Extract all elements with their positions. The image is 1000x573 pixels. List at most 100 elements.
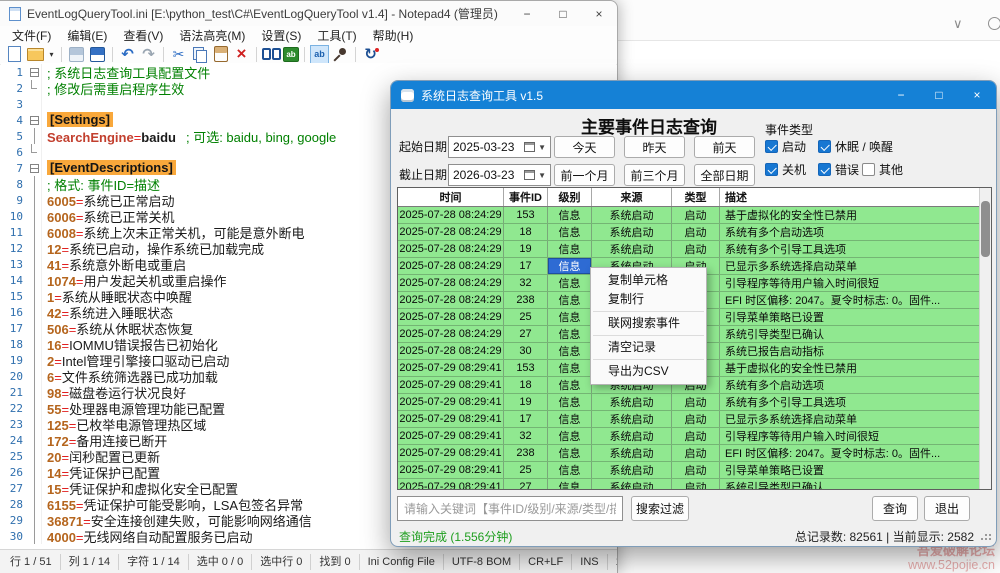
chevron-down-icon[interactable]: ▼ xyxy=(538,171,546,180)
menu-item-6[interactable]: 工具(T) xyxy=(309,27,364,44)
menu-item-7[interactable]: 帮助(H) xyxy=(365,27,422,44)
save-icon[interactable] xyxy=(67,45,86,64)
table-cell[interactable]: 27 xyxy=(504,326,548,342)
table-cell[interactable]: 系统有多个引导工具选项 xyxy=(720,241,979,257)
table-cell[interactable]: 19 xyxy=(504,241,548,257)
end-date-input[interactable]: 2026-03-23 ▼ xyxy=(448,164,551,186)
minimize-icon[interactable]: − xyxy=(882,81,920,109)
table-cell[interactable]: 启动 xyxy=(672,207,720,223)
statusbar-segment-7[interactable]: Ini Config File xyxy=(360,554,444,570)
menu-item-5[interactable]: 设置(S) xyxy=(253,27,309,44)
table-cell[interactable]: 启动 xyxy=(672,428,720,444)
column-header[interactable]: 时间 xyxy=(398,188,504,206)
copy-icon[interactable] xyxy=(190,45,209,64)
table-row[interactable]: 2025-07-29 08:29:4125信息系统启动启动引导菜单策略已设置 xyxy=(398,462,979,479)
table-cell[interactable]: 引导菜单策略已设置 xyxy=(720,309,979,325)
fold-margin[interactable] xyxy=(27,112,42,128)
table-cell[interactable]: 系统有多个启动选项 xyxy=(720,377,979,393)
table-cell[interactable]: 信息 xyxy=(548,360,592,376)
table-cell[interactable]: 153 xyxy=(504,207,548,223)
table-cell[interactable]: 启动 xyxy=(672,411,720,427)
table-cell[interactable]: 引导程序等待用户输入时间很短 xyxy=(720,275,979,291)
table-cell[interactable]: 信息 xyxy=(548,343,592,359)
table-cell[interactable]: 系统已报告启动指标 xyxy=(720,343,979,359)
table-cell[interactable]: 信息 xyxy=(548,258,592,274)
statusbar-segment-4[interactable]: 选中 0 / 0 xyxy=(189,554,252,570)
table-cell[interactable]: 信息 xyxy=(548,462,592,478)
checkbox-checked-icon[interactable] xyxy=(765,140,778,153)
table-cell[interactable]: 2025-07-29 08:29:41 xyxy=(398,479,504,489)
table-cell[interactable]: 信息 xyxy=(548,309,592,325)
statusbar-segment-8[interactable]: UTF-8 BOM xyxy=(444,554,520,570)
table-cell[interactable]: 238 xyxy=(504,445,548,461)
maximize-icon[interactable]: □ xyxy=(920,81,958,109)
table-cell[interactable]: 信息 xyxy=(548,394,592,410)
table-cell[interactable]: 30 xyxy=(504,343,548,359)
table-cell[interactable]: 2025-07-29 08:29:41 xyxy=(398,428,504,444)
statusbar-segment-2[interactable]: 列 1 / 14 xyxy=(61,554,120,570)
event-type-checkbox[interactable]: 其他 xyxy=(862,161,903,178)
table-row[interactable]: 2025-07-29 08:29:4117信息系统启动启动已显示多系统选择启动菜… xyxy=(398,411,979,428)
column-header[interactable]: 来源 xyxy=(592,188,672,206)
event-type-checkbox[interactable]: 错误 xyxy=(818,161,859,178)
table-cell[interactable]: 2025-07-29 08:29:41 xyxy=(398,394,504,410)
event-type-checkbox[interactable]: 启动 xyxy=(765,138,806,155)
delete-icon[interactable]: × xyxy=(232,45,251,64)
table-cell[interactable]: 系统有多个启动选项 xyxy=(720,224,979,240)
table-cell[interactable]: 2025-07-28 08:24:29 xyxy=(398,309,504,325)
quick-date-button[interactable]: 前一个月 xyxy=(554,164,615,186)
table-cell[interactable]: 信息 xyxy=(548,207,592,223)
table-cell[interactable]: 信息 xyxy=(548,275,592,291)
paste-icon[interactable] xyxy=(211,45,230,64)
chevron-down-icon[interactable]: ∨ xyxy=(953,16,963,32)
table-cell[interactable]: 17 xyxy=(504,411,548,427)
event-type-checkbox[interactable]: 休眠 / 唤醒 xyxy=(818,138,893,155)
table-row[interactable]: 2025-07-29 08:29:4119信息系统启动启动系统有多个引导工具选项 xyxy=(398,394,979,411)
table-cell[interactable]: 238 xyxy=(504,292,548,308)
quick-date-button[interactable]: 前天 xyxy=(694,136,755,158)
context-menu-item[interactable]: 复制单元格 xyxy=(591,271,706,290)
close-icon[interactable]: × xyxy=(581,1,617,26)
quick-date-button[interactable]: 全部日期 xyxy=(694,164,755,186)
table-cell[interactable]: EFI 时区偏移: 2047。夏令时标志: 0。固件... xyxy=(720,292,979,308)
statusbar-segment-11[interactable]: 110% xyxy=(608,554,617,570)
context-menu-item[interactable]: 导出为CSV xyxy=(591,362,706,381)
statusbar-segment-10[interactable]: INS xyxy=(572,554,607,570)
table-cell[interactable]: 系统启动 xyxy=(592,479,672,489)
refresh-icon[interactable] xyxy=(988,17,1000,30)
table-cell[interactable]: 引导程序等待用户输入时间很短 xyxy=(720,428,979,444)
table-cell[interactable]: 2025-07-28 08:24:29 xyxy=(398,275,504,291)
table-cell[interactable]: 系统启动 xyxy=(592,411,672,427)
dialog-titlebar[interactable]: 系统日志查询工具 v1.5 − □ × xyxy=(391,81,996,109)
resize-grip[interactable] xyxy=(982,531,992,541)
replace-icon[interactable]: ab xyxy=(283,47,299,62)
statusbar-segment-3[interactable]: 字符 1 / 14 xyxy=(119,554,189,570)
table-cell[interactable]: 18 xyxy=(504,224,548,240)
table-cell[interactable]: 2025-07-28 08:24:29 xyxy=(398,258,504,274)
table-cell[interactable]: 系统启动 xyxy=(592,394,672,410)
table-cell[interactable]: 27 xyxy=(504,479,548,489)
table-cell[interactable]: 信息 xyxy=(548,479,592,489)
table-cell[interactable]: 153 xyxy=(504,360,548,376)
table-cell[interactable]: 启动 xyxy=(672,445,720,461)
table-cell[interactable]: 系统启动 xyxy=(592,428,672,444)
table-cell[interactable]: 启动 xyxy=(672,394,720,410)
open-file-icon[interactable] xyxy=(26,45,45,64)
reload-icon[interactable]: ↻ xyxy=(361,45,380,64)
statusbar-segment-1[interactable]: 行 1 / 51 xyxy=(2,554,61,570)
context-menu-item[interactable]: 复制行 xyxy=(591,290,706,309)
context-menu-item[interactable]: 联网搜索事件 xyxy=(591,314,706,333)
table-cell[interactable]: 32 xyxy=(504,275,548,291)
menu-item-1[interactable]: 文件(F) xyxy=(4,27,59,44)
column-header[interactable]: 事件ID xyxy=(504,188,548,206)
exit-button[interactable]: 退出 xyxy=(924,496,970,521)
table-cell[interactable]: 2025-07-29 08:29:41 xyxy=(398,360,504,376)
table-cell[interactable]: 信息 xyxy=(548,445,592,461)
checkbox-checked-icon[interactable] xyxy=(818,163,831,176)
table-cell[interactable]: 基于虚拟化的安全性已禁用 xyxy=(720,207,979,223)
table-row[interactable]: 2025-07-28 08:24:2919信息系统启动启动系统有多个引导工具选项 xyxy=(398,241,979,258)
checkbox-checked-icon[interactable] xyxy=(818,140,831,153)
find-icon[interactable] xyxy=(262,45,281,64)
scrollbar-thumb[interactable] xyxy=(981,201,990,257)
menu-item-2[interactable]: 编辑(E) xyxy=(59,27,115,44)
